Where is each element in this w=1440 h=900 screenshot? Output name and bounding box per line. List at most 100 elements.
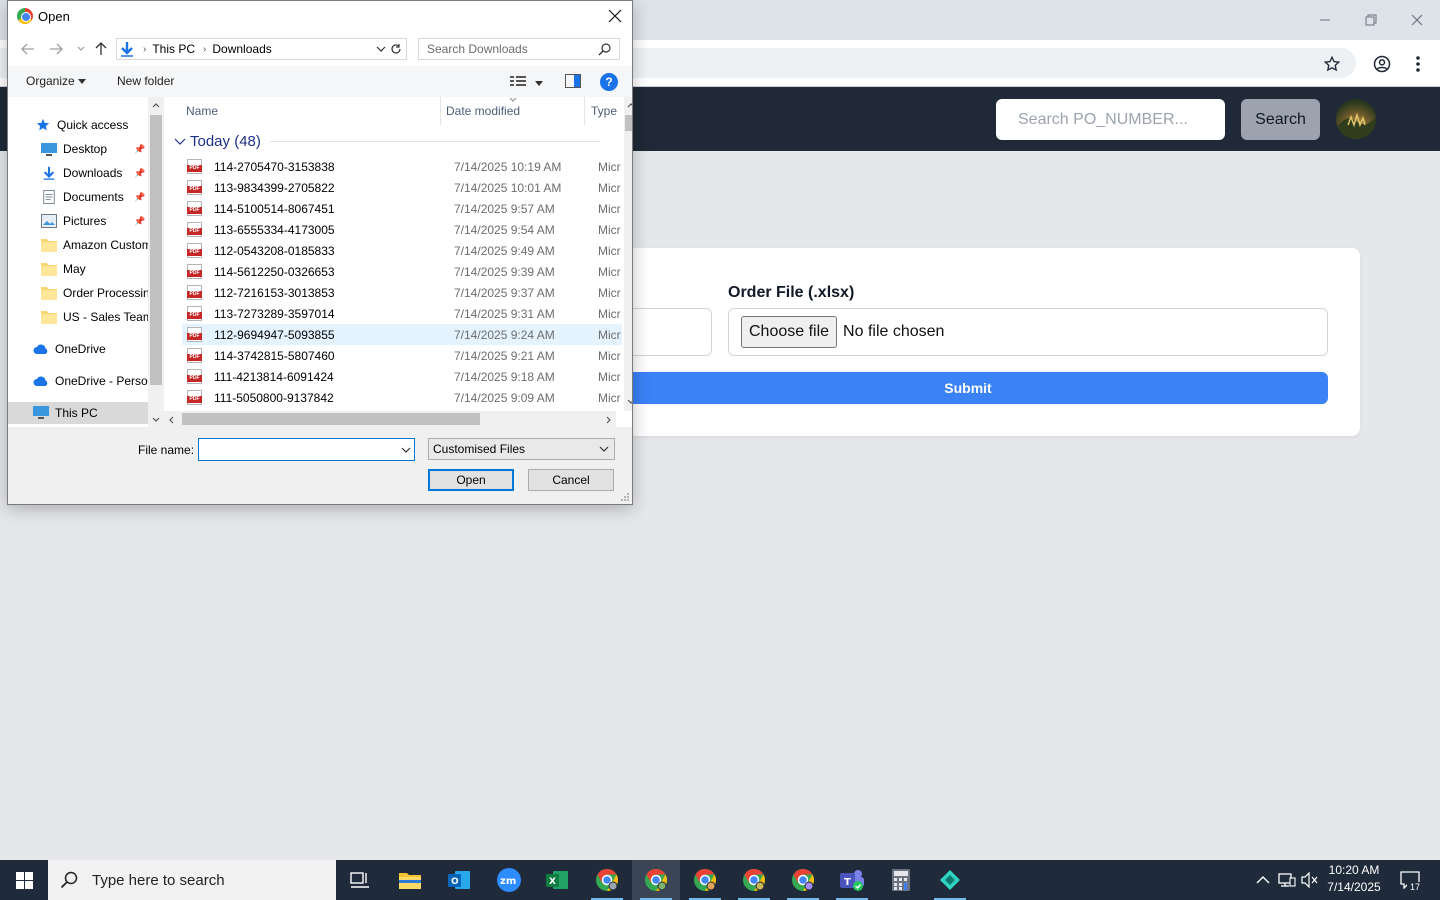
chrome-app-2[interactable] (632, 860, 680, 900)
nav-desktop[interactable]: Desktop 📌 (8, 138, 148, 160)
nav-documents[interactable]: Documents 📌 (8, 186, 148, 208)
recent-locations-chevron-icon[interactable] (72, 40, 90, 58)
chevron-down-icon[interactable] (376, 43, 386, 55)
chevron-down-icon[interactable] (400, 442, 412, 456)
nav-item-label: Desktop (63, 142, 108, 156)
taskbar-clock[interactable]: 10:20 AM 7/14/2025 (1318, 862, 1390, 896)
file-list-scrollbar[interactable] (624, 97, 632, 411)
task-view-button[interactable] (336, 860, 384, 900)
file-name: 112-9694947-5093855 (214, 328, 335, 342)
file-type-select[interactable]: Customised Files (428, 438, 615, 460)
nav-amazon-custom[interactable]: Amazon Custom (8, 234, 156, 256)
breadcrumb-this-pc[interactable]: This PC (152, 42, 195, 56)
scrollbar-thumb[interactable] (625, 115, 632, 131)
forward-arrow-icon[interactable] (47, 40, 65, 58)
pdf-file-icon (187, 264, 202, 279)
chrome-app-1[interactable] (583, 860, 631, 900)
refresh-icon[interactable] (388, 41, 404, 57)
tray-overflow-chevron-icon[interactable] (1252, 860, 1274, 900)
dialog-close-button[interactable] (604, 5, 626, 27)
menu-kebab-icon[interactable] (1406, 52, 1430, 76)
help-icon[interactable]: ? (600, 73, 618, 91)
back-arrow-icon[interactable] (19, 40, 37, 58)
network-icon[interactable] (1276, 860, 1298, 900)
scrollbar-thumb[interactable] (150, 115, 162, 385)
file-row[interactable]: 114-3742815-5807460 7/14/2025 9:21 AM Micr (182, 345, 622, 366)
close-window-button[interactable] (1394, 6, 1440, 34)
taskbar-search[interactable]: Type here to search (48, 860, 336, 900)
vscode-like-app[interactable] (926, 860, 974, 900)
nav-may[interactable]: May (8, 258, 148, 280)
organize-button[interactable]: Organize (26, 74, 87, 88)
breadcrumb-downloads[interactable]: Downloads (212, 42, 271, 56)
open-button[interactable]: Open (428, 469, 514, 491)
scroll-down-icon[interactable] (152, 417, 160, 423)
column-divider[interactable] (584, 97, 585, 125)
zoom-app[interactable]: zm (485, 860, 533, 900)
preview-pane-button[interactable] (565, 74, 581, 91)
choose-file-button[interactable]: Choose file (741, 316, 838, 348)
notification-center-icon[interactable] (1396, 860, 1424, 900)
cancel-button[interactable]: Cancel (528, 469, 614, 491)
nav-quick-access[interactable]: Quick access (8, 114, 148, 136)
file-explorer-app[interactable] (386, 860, 434, 900)
column-header-type[interactable]: Type (591, 97, 617, 125)
resize-grip-icon[interactable] (620, 492, 630, 502)
start-button[interactable] (0, 860, 48, 900)
chrome-app-3[interactable] (681, 860, 729, 900)
nav-item-label: Quick access (57, 118, 129, 132)
search-button[interactable]: Search (1241, 99, 1320, 140)
file-row[interactable]: 111-5050800-9137842 7/14/2025 9:09 AM Micr (182, 387, 622, 408)
file-row[interactable]: 114-5612250-0326653 7/14/2025 9:39 AM Micr (182, 261, 622, 282)
file-row[interactable]: 114-5100514-8067451 7/14/2025 9:57 AM Micr (182, 198, 622, 219)
nav-item-label: May (63, 262, 86, 276)
scroll-up-icon[interactable] (152, 102, 160, 108)
column-header-name[interactable]: Name (186, 97, 218, 125)
calculator-app[interactable] (877, 860, 925, 900)
dialog-search-input[interactable] (418, 38, 620, 60)
file-row[interactable]: 113-6555334-4173005 7/14/2025 9:54 AM Micr (182, 219, 622, 240)
breadcrumb[interactable]: › This PC › Downloads (116, 38, 407, 60)
file-row[interactable]: 113-7273289-3597014 7/14/2025 9:31 AM Micr (182, 303, 622, 324)
restore-button[interactable] (1348, 6, 1394, 34)
column-divider[interactable] (440, 97, 441, 125)
nav-onedrive-personal[interactable]: OneDrive - Person (8, 370, 156, 392)
new-folder-button[interactable]: New folder (117, 74, 174, 88)
nav-downloads[interactable]: Downloads 📌 (8, 162, 148, 184)
nav-this-pc[interactable]: This PC (8, 402, 148, 424)
submit-button[interactable]: Submit (600, 372, 1328, 404)
scroll-down-icon[interactable] (627, 399, 632, 405)
file-list-hscrollbar[interactable] (164, 411, 616, 428)
file-name-input[interactable] (198, 438, 415, 461)
nav-onedrive[interactable]: OneDrive (8, 338, 148, 360)
up-arrow-icon[interactable] (92, 40, 110, 58)
excel-app[interactable]: X (533, 860, 581, 900)
nav-us-sales-team[interactable]: US - Sales Team (8, 306, 148, 328)
scroll-left-icon[interactable] (168, 416, 174, 424)
file-date-modified: 7/14/2025 9:31 AM (454, 307, 555, 321)
nav-order-processing[interactable]: Order Processing (8, 282, 156, 304)
file-row[interactable]: 112-7216153-3013853 7/14/2025 9:37 AM Micr (182, 282, 622, 303)
nav-pictures[interactable]: Pictures 📌 (8, 210, 148, 232)
nav-pane-scrollbar[interactable] (148, 97, 164, 427)
view-options-button[interactable] (510, 75, 544, 90)
teams-app[interactable]: T (828, 860, 876, 900)
po-search-input[interactable] (996, 99, 1225, 140)
chrome-app-4[interactable] (730, 860, 778, 900)
scroll-right-icon[interactable] (606, 416, 612, 424)
scrollbar-thumb[interactable] (182, 413, 480, 425)
file-row[interactable]: 114-2705470-3153838 7/14/2025 10:19 AM Mic… (182, 156, 622, 177)
file-row[interactable]: 113-9834399-2705822 7/14/2025 10:01 AM Mic… (182, 177, 622, 198)
group-header-today[interactable]: Today (48) (174, 133, 261, 150)
file-row[interactable]: 111-4213814-6091424 7/14/2025 9:18 AM Micr (182, 366, 622, 387)
order-file-input[interactable]: Choose file No file chosen (728, 308, 1328, 356)
bookmark-star-icon[interactable] (1320, 52, 1344, 76)
profile-icon[interactable] (1370, 52, 1394, 76)
file-row[interactable]: 112-9694947-5093855 7/14/2025 9:24 AM Micr (182, 324, 622, 345)
file-row[interactable]: 112-0543208-0185833 7/14/2025 9:49 AM Micr (182, 240, 622, 261)
minimize-button[interactable] (1302, 6, 1348, 34)
chrome-app-5[interactable] (779, 860, 827, 900)
scroll-up-icon[interactable] (627, 102, 632, 108)
outlook-app[interactable]: O (435, 860, 483, 900)
avatar[interactable] (1336, 99, 1376, 139)
